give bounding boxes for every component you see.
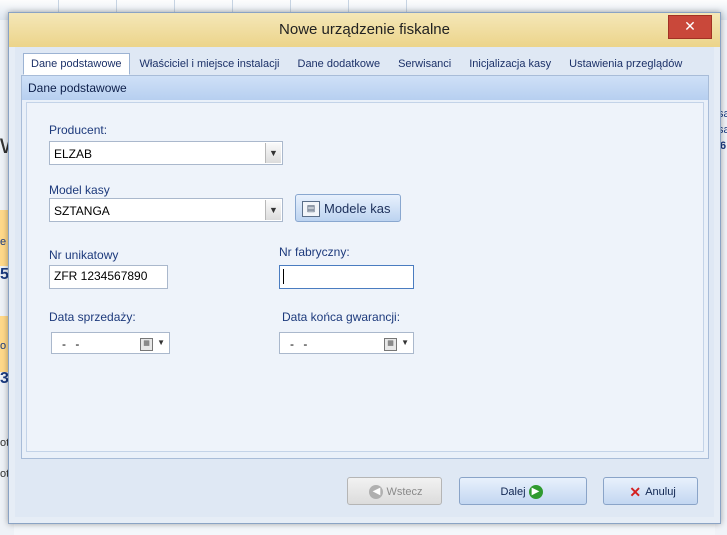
data-gwarancji-label: Data końca gwarancji: [282, 310, 401, 324]
panel-header: Dane podstawowe [22, 76, 708, 100]
cancel-button[interactable]: ✕ Anuluj [603, 477, 698, 505]
producent-value: ELZAB [54, 147, 93, 161]
chevron-down-icon[interactable]: ▼ [265, 143, 281, 163]
fiscal-device-dialog: Nowe urządzenie fiskalne ✕ Dane podstawo… [8, 12, 721, 524]
chevron-down-icon[interactable]: ▼ [265, 200, 281, 220]
data-sprzedazy-picker[interactable]: - - ▦ ▼ [51, 332, 170, 354]
arrow-right-icon: ▶ [528, 485, 543, 499]
back-button[interactable]: ◀ Wstecz [347, 477, 442, 505]
text-cursor [283, 269, 284, 284]
data-gwarancji-value: - - [290, 337, 311, 351]
close-icon: ✕ [684, 18, 696, 34]
nr-fabryczny-input[interactable] [279, 265, 414, 289]
background-text: o [0, 340, 7, 352]
dialog-client: Dane podstawowe Właściciel i miejsce ins… [15, 47, 714, 517]
data-sprzedazy-label: Data sprzedaży: [49, 310, 136, 324]
tab-panel: Dane podstawowe Producent: ELZAB ▼ Model… [21, 75, 709, 459]
dialog-title: Nowe urządzenie fiskalne [279, 21, 450, 38]
tab-inicjalizacja[interactable]: Inicjalizacja kasy [461, 53, 559, 75]
producent-select[interactable]: ELZAB ▼ [49, 141, 283, 165]
background-text: e [0, 236, 7, 248]
next-button[interactable]: Dalej ▶ [459, 477, 587, 505]
data-gwarancji-picker[interactable]: - - ▦ ▼ [279, 332, 414, 354]
x-icon: ✕ [629, 484, 642, 500]
tab-serwisanci[interactable]: Serwisanci [390, 53, 459, 75]
nr-unikatowy-label: Nr unikatowy [49, 248, 119, 262]
chevron-down-icon[interactable]: ▼ [401, 338, 409, 347]
panel-content: Producent: ELZAB ▼ Model kasy SZTANGA ▼ … [26, 102, 704, 452]
data-sprzedazy-value: - - [62, 337, 83, 351]
arrow-left-icon: ◀ [369, 485, 384, 499]
back-label: Wstecz [386, 485, 423, 498]
tab-ustawienia-przegladow[interactable]: Ustawienia przeglądów [561, 53, 690, 75]
calendar-icon[interactable]: ▦ [384, 338, 397, 351]
tab-dane-podstawowe[interactable]: Dane podstawowe [23, 53, 130, 75]
modele-kas-button[interactable]: ▤ Modele kas [295, 194, 401, 222]
close-button[interactable]: ✕ [668, 15, 712, 39]
model-select[interactable]: SZTANGA ▼ [49, 198, 283, 222]
cancel-label: Anuluj [645, 485, 676, 498]
chevron-down-icon[interactable]: ▼ [157, 338, 165, 347]
tab-wlasciciel[interactable]: Właściciel i miejsce instalacji [132, 53, 288, 75]
model-label: Model kasy [49, 183, 110, 197]
calendar-icon[interactable]: ▦ [140, 338, 153, 351]
producent-label: Producent: [49, 123, 108, 137]
tab-dane-dodatkowe[interactable]: Dane dodatkowe [290, 53, 389, 75]
panel-header-title: Dane podstawowe [28, 81, 127, 95]
nr-fabryczny-label: Nr fabryczny: [279, 245, 350, 259]
nr-unikatowy-input[interactable]: ZFR 1234567890 [49, 265, 168, 289]
modele-kas-label: Modele kas [324, 201, 391, 216]
model-value: SZTANGA [54, 204, 110, 218]
calculator-icon: ▤ [302, 201, 320, 217]
next-label: Dalej [500, 485, 526, 498]
dialog-titlebar[interactable]: Nowe urządzenie fiskalne ✕ [9, 13, 720, 47]
tab-strip: Dane podstawowe Właściciel i miejsce ins… [23, 53, 692, 75]
